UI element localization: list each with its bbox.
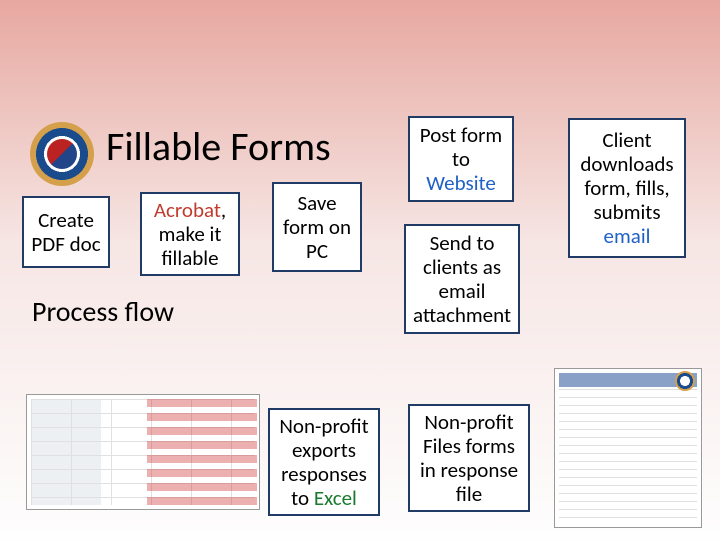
step-label: Send to clients as email attachment	[412, 231, 512, 328]
step-label: Post form to Website	[416, 123, 506, 195]
step-label: Non-profit Files forms in response file	[416, 410, 522, 507]
step-file-responses: Non-profit Files forms in response file	[408, 404, 530, 512]
website-link[interactable]: Website	[426, 170, 496, 196]
process-flow-label: Process flow	[32, 294, 174, 329]
excel-link[interactable]: Excel	[314, 485, 357, 511]
step-client-submit: Client downloads form, fills, submits em…	[568, 118, 686, 258]
step-label: Non-profit exports responses to Excel	[276, 414, 372, 511]
step-create-pdf: Create PDF doc	[22, 196, 110, 268]
step-acrobat-fillable: Acrobat, make it fillable	[140, 192, 240, 276]
step-post-website: Post form to Website	[408, 116, 514, 202]
post-pre: Post form to	[420, 122, 502, 172]
step-label: Acrobat, make it fillable	[148, 198, 232, 270]
step-label: Create PDF doc	[30, 208, 102, 256]
step-export-excel: Non-profit exports responses to Excel	[268, 408, 380, 516]
step-send-email: Send to clients as email attachment	[404, 224, 520, 334]
client-pre: Client downloads form, fills, submits	[580, 127, 673, 225]
pdf-thumbnail	[554, 368, 702, 528]
step-save-pc: Save form on PC	[272, 182, 362, 272]
step-label: Save form on PC	[280, 191, 354, 263]
page-title: Fillable Forms	[106, 122, 331, 171]
email-link[interactable]: email	[604, 223, 651, 249]
excel-thumbnail	[26, 394, 260, 510]
acrobat-word: Acrobat	[154, 197, 221, 223]
step-label: Client downloads form, fills, submits em…	[576, 128, 678, 249]
org-logo	[30, 122, 94, 186]
